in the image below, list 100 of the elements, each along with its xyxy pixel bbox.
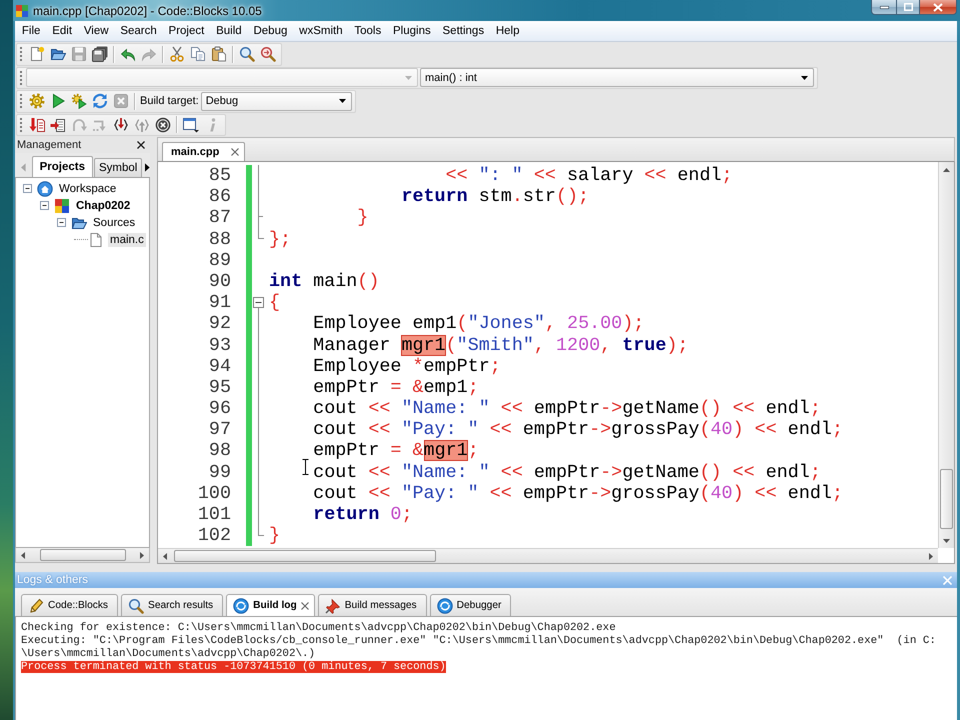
close-button[interactable] [920, 0, 957, 15]
stacked-disks-icon[interactable] [92, 46, 108, 62]
menu-item[interactable]: Debug [248, 22, 294, 40]
undo-icon[interactable] [120, 46, 136, 62]
caret-icon [338, 99, 346, 104]
code-line: Employee *empPtr; [313, 356, 501, 377]
arrow-right-icon[interactable] [929, 552, 933, 560]
arrow-right-icon[interactable] [145, 162, 150, 172]
scroll-thumb[interactable] [940, 469, 953, 529]
menu-item[interactable]: File [16, 22, 46, 40]
tree-item[interactable]: main.c [108, 232, 146, 246]
log-line: \Users\mmcmillan\Documents\advcpp\Chap0202\.) [21, 648, 316, 660]
menu-item[interactable]: Project [162, 22, 210, 40]
search-icon[interactable] [238, 46, 254, 62]
line-number: 90 [208, 270, 231, 292]
close-circle-icon[interactable] [154, 116, 170, 133]
close-icon[interactable] [137, 141, 145, 149]
minimize-button[interactable] [871, 0, 897, 15]
collapse-icon[interactable] [40, 201, 49, 210]
file-icon [88, 232, 104, 248]
line-number: 97 [208, 419, 231, 440]
line-number: 101 [198, 504, 231, 526]
menu-item[interactable]: Build [210, 22, 248, 40]
line-number: 89 [208, 250, 231, 271]
window-icon[interactable] [182, 116, 198, 133]
tree-item[interactable]: Sources [91, 216, 138, 230]
code-editor[interactable] [157, 162, 955, 564]
build-target-dropdown[interactable]: Debug [200, 92, 352, 111]
gear-play-icon[interactable] [70, 93, 86, 110]
maximize-button[interactable] [897, 0, 920, 15]
log-line: Executing: "C:\Program Files\CodeBlocks/cb_console_runner.exe" "C:\Users\mmcmillan\Documents\advcpp\Chap0202\bin\Debug\Chap0202.exe" (in C: [21, 635, 936, 647]
squares-icon [54, 198, 70, 214]
caret-icon [405, 76, 412, 80]
tab[interactable]: main.cpp [162, 142, 246, 161]
horizontal-scrollbar[interactable] [15, 548, 150, 563]
pencil-icon [28, 598, 44, 614]
build-target-label: Build target: [140, 95, 199, 108]
log-line: Checking for existence: C:\Users\mmcmillan\Documents\advcpp\Chap0202\bin\Debug\Chap0202.exe [21, 622, 616, 634]
refresh-icon[interactable] [92, 93, 108, 110]
line-number: 91 [208, 292, 231, 314]
code-line: << ": " << salary << endl; [446, 165, 733, 186]
tab[interactable]: Search results [121, 594, 224, 616]
menu-item[interactable]: Settings [436, 22, 490, 40]
tab[interactable]: Build messages [318, 594, 427, 616]
arrow-down-page-icon[interactable] [28, 116, 44, 133]
step-into-icon[interactable] [112, 116, 128, 133]
tab[interactable]: Build log [226, 594, 315, 616]
tree-item[interactable]: Workspace [57, 182, 118, 196]
copy-icon[interactable] [190, 46, 206, 62]
error-message: Process terminated with status -1073741510 (0 minutes, 7 seconds) [21, 661, 446, 673]
tab[interactable]: Code::Blocks [21, 594, 118, 616]
collapse-icon[interactable] [253, 297, 264, 308]
search-icon [128, 598, 144, 614]
close-icon[interactable] [231, 148, 240, 156]
code-line: } [357, 207, 368, 228]
tab[interactable]: Symbol [94, 158, 142, 177]
close-icon[interactable] [300, 602, 309, 610]
clipboard-icon[interactable] [210, 46, 226, 62]
menu-item[interactable]: Search [114, 22, 163, 40]
text-cursor-icon [302, 459, 309, 475]
menu-item[interactable]: View [78, 22, 114, 40]
pin-icon [324, 598, 341, 614]
tab[interactable]: Debugger [430, 594, 512, 616]
arrow-right-icon[interactable] [140, 552, 144, 558]
menu-item[interactable]: Edit [46, 22, 78, 40]
code-line: } [269, 525, 280, 546]
scissors-icon[interactable] [168, 46, 184, 62]
scroll-thumb[interactable] [40, 549, 126, 561]
swirl-icon [233, 598, 250, 614]
code-line: return stm.str(); [401, 186, 590, 208]
search-replace-icon[interactable] [260, 46, 276, 62]
arrow-left-icon[interactable] [163, 552, 167, 560]
collapse-icon[interactable] [57, 218, 66, 227]
function-dropdown[interactable]: main() : int [420, 68, 814, 88]
menu-item[interactable]: Plugins [387, 22, 437, 40]
arrow-page-icon[interactable] [50, 116, 66, 133]
menu-item[interactable]: Help [490, 22, 526, 40]
collapse-icon[interactable] [23, 184, 32, 193]
arrow-down-icon[interactable] [943, 539, 950, 543]
tree-item[interactable]: Chap0202 [74, 198, 132, 212]
menu-item[interactable]: wxSmith [293, 22, 348, 40]
arrow-left-icon[interactable] [21, 552, 25, 558]
panel-title: Logs & others [17, 574, 88, 586]
tab[interactable]: Projects [32, 156, 94, 177]
scroll-thumb[interactable] [174, 550, 436, 562]
new-file-icon[interactable] [28, 46, 44, 62]
code-line: Employee emp1("Jones", 25.00); [313, 313, 644, 334]
home-icon [37, 180, 53, 196]
horizontal-scrollbar[interactable] [158, 548, 938, 563]
folder-icon[interactable] [50, 46, 66, 62]
line-number: 88 [208, 228, 231, 250]
menu-item[interactable]: Tools [348, 22, 388, 40]
gear-icon[interactable] [28, 93, 44, 110]
line-number: 94 [208, 356, 231, 377]
vertical-scrollbar[interactable] [938, 162, 954, 548]
line-number: 86 [208, 186, 231, 208]
caret-icon [801, 76, 808, 80]
close-icon [933, 2, 943, 12]
arrow-up-icon[interactable] [943, 168, 950, 172]
window-title: main.cpp [Chap0202] - Code::Blocks 10.05 [33, 4, 262, 18]
